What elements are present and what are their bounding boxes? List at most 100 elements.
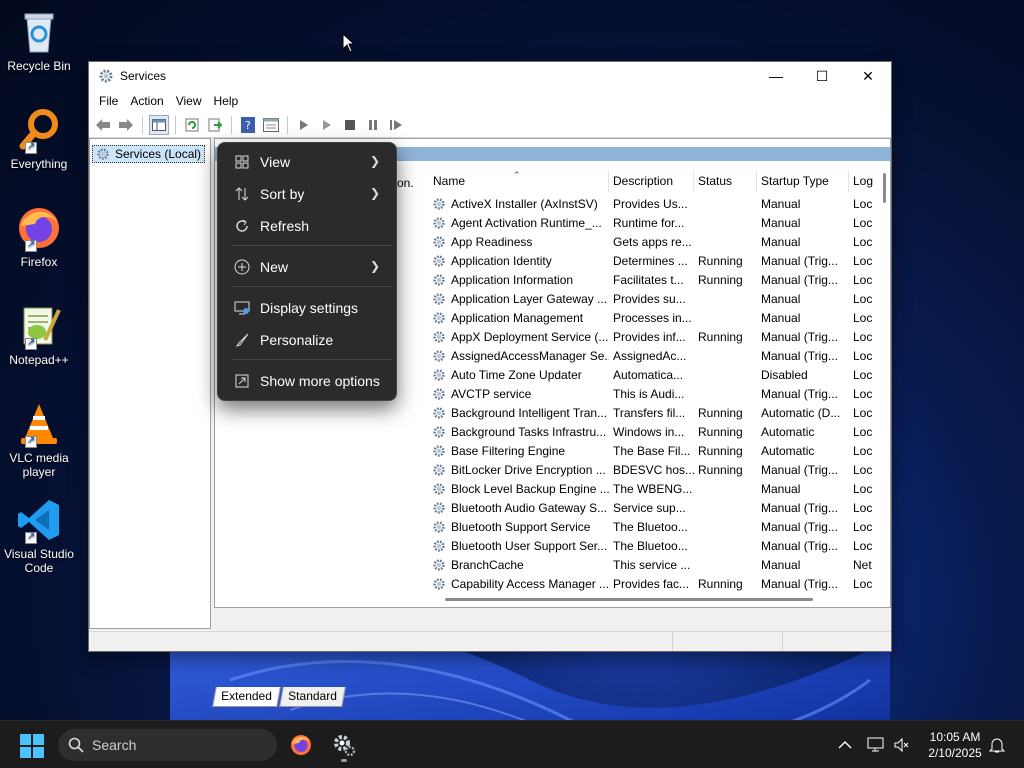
table-row[interactable]: Bluetooth Audio Gateway S... Service sup.… [429,499,890,518]
taskbar-firefox[interactable] [287,731,315,759]
desktop-icon-everything[interactable]: Everything [2,106,76,171]
table-row[interactable]: AssignedAccessManager Se... AssignedAc...… [429,347,890,366]
service-status [694,195,757,214]
desktop-icon-firefox[interactable]: Firefox [2,204,76,269]
context-menu-item-sort-by[interactable]: Sort by ❯ [222,179,394,209]
context-menu-item-refresh[interactable]: Refresh [222,211,394,241]
menu-file[interactable]: File [93,94,124,108]
title-bar[interactable]: Services — ☐ ✕ [89,62,891,90]
service-description: The Bluetoo... [613,539,688,553]
list-header: ⌃ Name Description Status Startup Type L… [429,170,890,192]
table-row[interactable]: Agent Activation Runtime_... Runtime for.… [429,214,890,233]
taskbar-clock[interactable]: 10:05 AM 2/10/2025 [918,729,992,761]
horizontal-scrollbar[interactable] [445,598,813,601]
table-row[interactable]: Background Intelligent Tran... Transfers … [429,404,890,423]
service-description: The Base Fil... [613,444,691,458]
table-row[interactable]: App Readiness Gets apps re... Manual Loc [429,233,890,252]
context-menu-item-show-more-options[interactable]: Show more options [222,366,394,396]
close-button[interactable]: ✕ [845,62,891,90]
help-button[interactable]: ? [238,115,258,135]
context-menu-item-view[interactable]: View ❯ [222,147,394,177]
show-hide-console-tree-button[interactable] [149,114,169,135]
table-row[interactable]: ActiveX Installer (AxInstSV) Provides Us.… [429,195,890,214]
tab-extended[interactable]: Extended [212,687,281,707]
service-startup-type: Automatic [761,425,815,439]
notifications-button[interactable] [987,735,1007,755]
service-startup-type: Automatic (D... [761,406,841,420]
start-service-alt-button[interactable] [317,115,337,135]
export-list-button[interactable] [205,115,225,135]
table-row[interactable]: BitLocker Drive Encryption ... BDESVC hos… [429,461,890,480]
service-startup-type: Manual (Trig... [761,577,838,591]
column-header-status[interactable]: Status [694,170,757,192]
volume-status[interactable] [892,735,912,755]
service-gear-icon [433,578,445,590]
restart-service-button[interactable] [386,115,406,135]
context-menu-item-personalize[interactable]: Personalize [222,325,394,355]
personalize-brush-icon [232,330,252,350]
table-row[interactable]: AVCTP service This is Audi... Manual (Trig… [429,385,890,404]
table-row[interactable]: Application Information Facilitates t... R… [429,271,890,290]
context-menu-item-display-settings[interactable]: Display settings [222,293,394,323]
table-row[interactable]: Application Identity Determines ... Runnin… [429,252,890,271]
menu-view[interactable]: View [170,94,208,108]
properties-button[interactable] [261,115,281,135]
taskbar-services[interactable] [330,731,358,759]
window-title: Services [120,69,167,83]
show-hidden-icons-button[interactable] [835,735,855,755]
forward-button[interactable] [116,115,136,135]
desktop-icon-vlc[interactable]: VLC media player [2,400,76,479]
table-row[interactable]: BranchCache This service ... Manual Net [429,556,890,575]
network-status[interactable] [866,735,886,755]
desktop-icon-vscode[interactable]: Visual Studio Code [2,496,76,575]
maximize-button[interactable]: ☐ [799,62,845,90]
table-row[interactable]: Auto Time Zone Updater Automatica... Disab… [429,366,890,385]
service-gear-icon [433,445,445,457]
tree-item-services-local[interactable]: Services (Local) [92,145,206,163]
service-description: Provides fac... [613,577,690,591]
console-tree-icon [152,118,166,131]
service-description: Service sup... [613,501,686,515]
context-menu-item-new[interactable]: New ❯ [222,252,394,282]
service-description: Provides su... [613,292,686,306]
table-row[interactable]: Block Level Backup Engine ... The WBENG..… [429,480,890,499]
service-description: Determines ... [613,254,688,268]
clock-date: 2/10/2025 [928,746,982,760]
service-startup-type: Automatic [761,444,815,458]
minimize-button[interactable]: — [753,62,799,90]
back-button[interactable] [93,115,113,135]
column-header-log-on-as[interactable]: Log [849,170,883,192]
column-header-startup-type[interactable]: Startup Type [757,170,849,192]
table-row[interactable]: Background Tasks Infrastru... Windows in.… [429,423,890,442]
table-row[interactable]: Bluetooth User Support Ser... The Bluetoo… [429,537,890,556]
services-window: Services — ☐ ✕ File Action View Help ? S… [88,61,892,707]
menu-help[interactable]: Help [208,94,245,108]
pause-service-button[interactable] [363,115,383,135]
table-row[interactable]: Application Layer Gateway ... Provides su… [429,290,890,309]
service-name: Application Identity [429,252,609,271]
table-row[interactable]: AppX Deployment Service (... Provides inf… [429,328,890,347]
service-status [694,214,757,233]
everything-search-icon [15,106,63,154]
refresh-button[interactable] [182,115,202,135]
desktop-icon-recycle-bin[interactable]: Recycle Bin [2,8,76,73]
table-row[interactable]: Base Filtering Engine The Base Fil... Runn… [429,442,890,461]
service-status: Running [698,444,743,458]
column-header-description[interactable]: Description [609,170,694,192]
start-button[interactable] [20,734,44,758]
tab-label: Standard [287,689,337,703]
vertical-scrollbar[interactable] [883,173,886,203]
table-row[interactable]: Capability Access Manager ... Provides fa… [429,575,890,594]
tab-standard[interactable]: Standard [278,687,346,707]
taskbar-search-box[interactable]: Search [58,729,277,761]
service-status [694,385,757,404]
table-row[interactable]: Application Management Processes in... Man… [429,309,890,328]
context-menu-label: Sort by [260,186,305,202]
stop-service-button[interactable] [340,115,360,135]
start-service-button[interactable] [294,115,314,135]
desktop-icon-notepadpp[interactable]: Notepad++ [2,302,76,367]
table-row[interactable]: Bluetooth Support Service The Bluetoo... M… [429,518,890,537]
service-gear-icon [433,274,445,286]
menu-action[interactable]: Action [124,94,169,108]
service-name: Application Layer Gateway ... [429,290,609,309]
